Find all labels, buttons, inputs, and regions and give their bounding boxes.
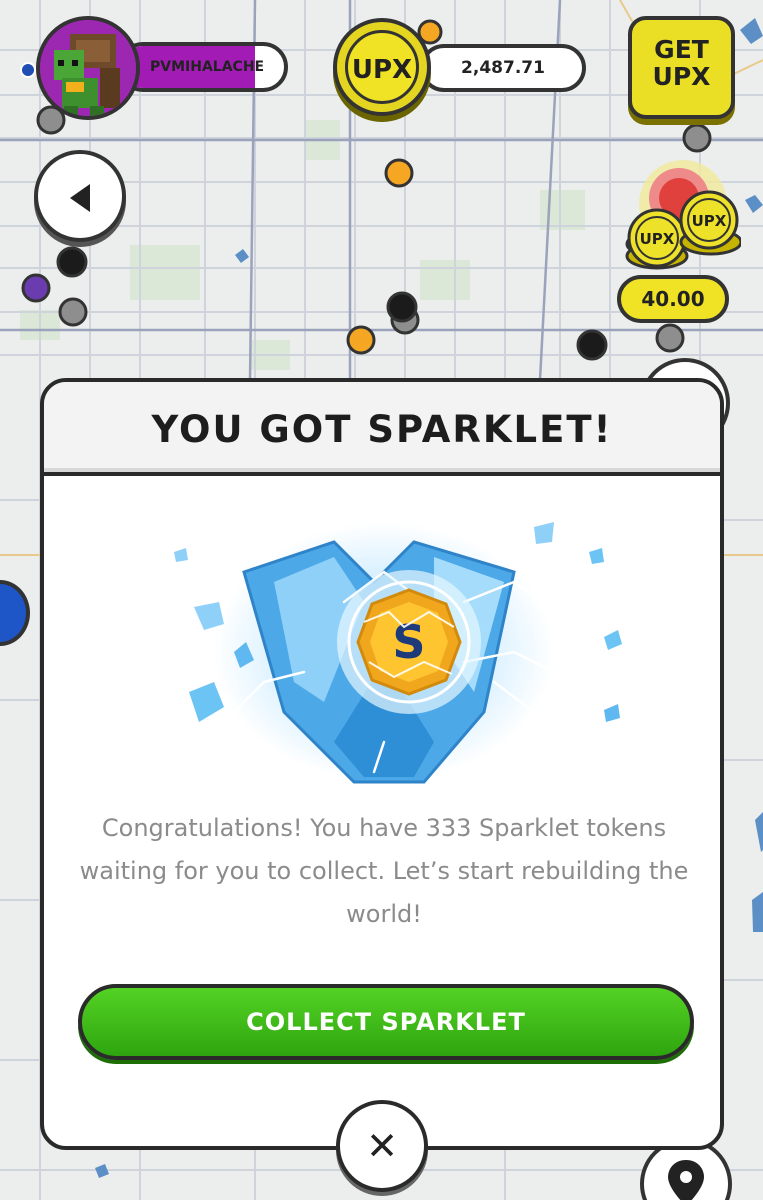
back-arrow-icon bbox=[70, 184, 90, 212]
collect-sparklet-button[interactable]: COLLECT SPARKLET bbox=[78, 984, 694, 1060]
player-name-pill[interactable]: PVMIHALACHE bbox=[118, 42, 288, 92]
reward-modal: YOU GOT SPARKLET! S Congratulations! You… bbox=[40, 378, 724, 1150]
upx-currency-icon: UPX bbox=[333, 18, 431, 116]
balance-value: 2,487.71 bbox=[461, 58, 545, 78]
reward-amount: 40.00 bbox=[641, 287, 705, 311]
collect-sparklet-label: COLLECT SPARKLET bbox=[246, 1008, 526, 1036]
header-divider bbox=[44, 472, 720, 476]
player-name: PVMIHALACHE bbox=[150, 59, 265, 75]
location-pin-icon bbox=[668, 1160, 704, 1200]
close-icon: ✕ bbox=[366, 1124, 398, 1168]
modal-header: YOU GOT SPARKLET! bbox=[44, 382, 720, 476]
close-button[interactable]: ✕ bbox=[336, 1100, 428, 1192]
notification-dot bbox=[20, 62, 36, 78]
reward-amount-pill[interactable]: 40.00 bbox=[617, 275, 729, 323]
upx-coin-stack[interactable]: UPX UPX bbox=[617, 160, 741, 280]
upx-coin-inner: UPX bbox=[345, 30, 419, 104]
get-upx-label: GET UPX bbox=[652, 35, 711, 91]
player-avatar[interactable] bbox=[36, 16, 140, 120]
modal-title: YOU GOT SPARKLET! bbox=[151, 408, 613, 451]
get-upx-button[interactable]: GET UPX bbox=[628, 16, 735, 119]
back-button[interactable] bbox=[34, 150, 126, 242]
reward-message: Congratulations! You have 333 Sparklet t… bbox=[79, 814, 689, 928]
sparklet-crystal-art: S bbox=[174, 522, 622, 784]
balance-display: 2,487.71 bbox=[420, 44, 586, 92]
stack-coin-label-1: UPX bbox=[640, 230, 675, 248]
upx-label: UPX bbox=[351, 55, 413, 85]
stack-coin-label-2: UPX bbox=[692, 212, 727, 230]
